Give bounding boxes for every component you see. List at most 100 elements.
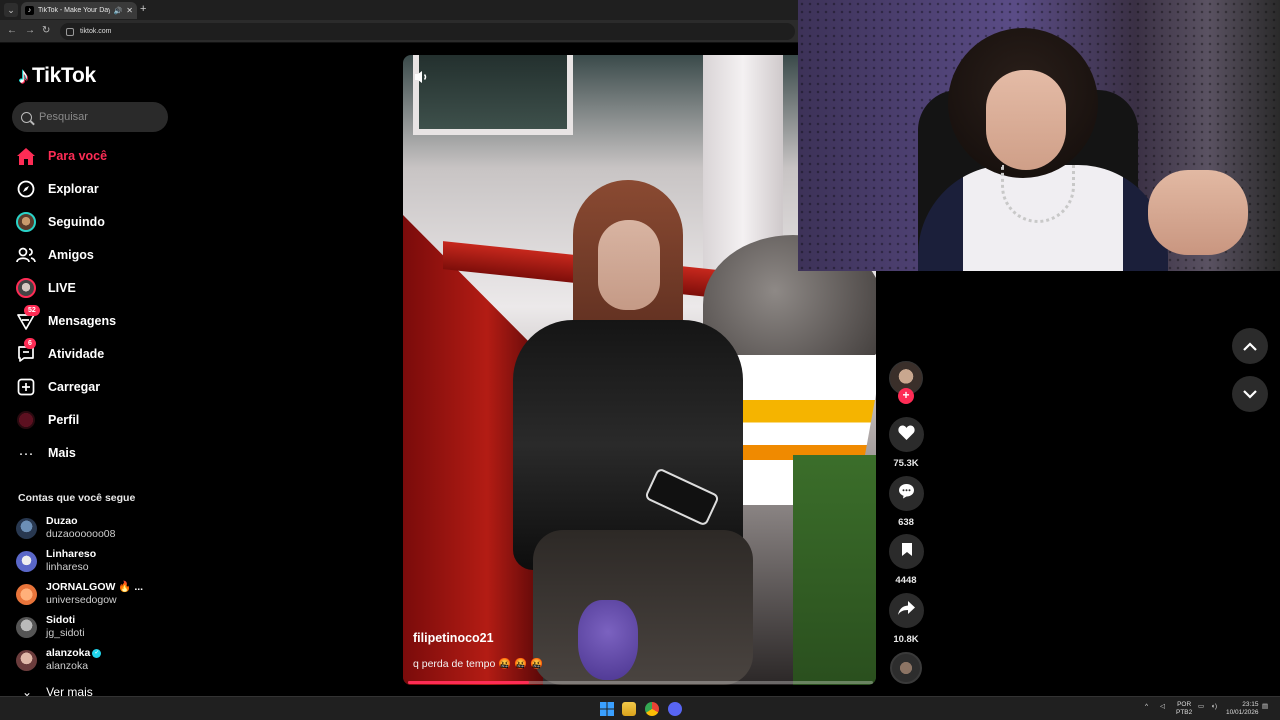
tab-list-button[interactable]: ⌄	[4, 3, 18, 17]
nav-label: LIVE	[48, 281, 76, 295]
account-name: Duzao	[46, 515, 78, 527]
search-box[interactable]	[12, 102, 168, 132]
nav-label: Perfil	[48, 413, 80, 427]
following-account[interactable]: Sidoti jg_sidoti	[16, 614, 85, 640]
save-button[interactable]	[889, 534, 924, 569]
heart-icon	[898, 425, 915, 445]
following-avatar	[16, 212, 36, 232]
nav-live[interactable]: LIVE	[16, 275, 76, 301]
comment-icon	[898, 483, 915, 504]
avatar	[16, 616, 37, 638]
nav-carregar[interactable]: Carregar	[16, 374, 100, 400]
lang-top: POR	[1177, 701, 1192, 708]
video-caption: q perda de tempo 🤬 🤬 🤬	[413, 658, 544, 670]
comment-button[interactable]	[889, 476, 924, 511]
date: 10/01/2026	[1226, 709, 1259, 716]
nav-mensagens[interactable]: 52 Mensagens	[16, 305, 117, 334]
nav-label: Para você	[48, 149, 108, 163]
video-progress-fill	[408, 681, 529, 684]
chrome-icon[interactable]	[645, 702, 659, 716]
clock[interactable]: 23:15 10/01/2026	[1226, 701, 1259, 717]
url-text: tiktok.com	[80, 28, 112, 35]
windows-start-icon[interactable]	[600, 702, 614, 716]
nav-label: Atividade	[48, 347, 105, 361]
site-info-icon[interactable]	[66, 27, 74, 36]
messages-icon: 52	[16, 305, 40, 331]
friends-icon	[16, 245, 36, 265]
following-account[interactable]: JORNALGOW 🔥 ... universedogow	[16, 581, 143, 607]
nav-label: Seguindo	[48, 215, 105, 229]
close-tab-icon[interactable]: ✕	[126, 6, 133, 15]
tray-chevron-up-icon[interactable]: ^	[1145, 703, 1148, 711]
nav-label: Explorar	[48, 182, 99, 196]
activity-badge: 6	[24, 338, 36, 349]
notification-icon[interactable]: ▤	[1262, 703, 1268, 711]
bookmark-icon	[901, 542, 913, 562]
more-icon: ···	[18, 444, 34, 462]
tiktok-favicon-icon: ♪	[25, 6, 34, 15]
language-indicator[interactable]: POR PTB2	[1176, 701, 1192, 717]
sidebar: ♪ TikTok Para você Explorar Seguindo Ami…	[0, 43, 200, 699]
volume-tray-icon[interactable]: ◖)	[1211, 703, 1217, 711]
speaker-icon[interactable]: 🔊	[114, 7, 123, 15]
video-username[interactable]: filipetinoco21	[413, 631, 494, 645]
profile-avatar	[16, 410, 36, 430]
share-icon	[898, 601, 915, 620]
nav-atividade[interactable]: 6 Atividade	[16, 338, 105, 367]
verified-icon: ✓	[92, 648, 102, 658]
search-input[interactable]	[39, 111, 149, 123]
nav-seguindo[interactable]: Seguindo	[16, 209, 105, 235]
following-account[interactable]: Duzao duzaoooooo08	[16, 515, 116, 541]
forward-icon[interactable]: →	[25, 25, 35, 36]
nav-explorar[interactable]: Explorar	[16, 176, 99, 202]
discord-icon[interactable]	[668, 702, 682, 716]
share-button[interactable]	[889, 593, 924, 628]
lang-bottom: PTB2	[1176, 709, 1193, 716]
nav-label: Mensagens	[48, 314, 117, 328]
video-scene	[413, 55, 573, 135]
video-progress-bar[interactable]	[408, 681, 873, 684]
tiktok-logo[interactable]: ♪ TikTok	[18, 63, 96, 89]
account-handle: duzaoooooo08	[46, 528, 116, 540]
account-name: Sidoti	[46, 614, 76, 626]
volume-icon[interactable]	[414, 70, 438, 90]
network-icon[interactable]: ▭	[1198, 703, 1204, 711]
nav-amigos[interactable]: Amigos	[16, 242, 94, 268]
webcam-overlay	[798, 0, 1280, 271]
chevron-up-icon	[1243, 341, 1257, 351]
file-explorer-icon[interactable]	[622, 702, 636, 716]
follow-plus-button[interactable]: +	[898, 388, 914, 404]
nav-label: Amigos	[48, 248, 94, 262]
reload-icon[interactable]: ↻	[42, 25, 50, 36]
previous-video-button[interactable]	[1232, 328, 1268, 364]
nav-label: Carregar	[48, 380, 101, 394]
account-handle: linhareso	[46, 561, 89, 573]
following-account[interactable]: alanzoka ✓ alanzoka	[16, 647, 102, 673]
music-disc-icon[interactable]	[890, 652, 922, 684]
upload-icon	[16, 377, 36, 397]
live-avatar	[16, 278, 36, 298]
nav-mais[interactable]: ··· Mais	[16, 440, 76, 466]
nav-label: Mais	[48, 446, 76, 460]
back-icon[interactable]: ←	[7, 25, 17, 36]
time: 23:15	[1242, 701, 1259, 708]
next-video-button[interactable]	[1232, 376, 1268, 412]
avatar	[16, 550, 37, 572]
account-name: JORNALGOW 🔥 ...	[46, 581, 144, 593]
url-bar[interactable]: tiktok.com	[60, 23, 795, 40]
avatar	[16, 583, 37, 605]
nav-perfil[interactable]: Perfil	[16, 407, 79, 433]
following-account[interactable]: Linhareso linhareso	[16, 548, 96, 574]
account-name: alanzoka	[46, 647, 91, 659]
account-handle: universedogow	[46, 594, 117, 606]
logo-text: TikTok	[32, 64, 96, 87]
tab-title: TikTok - Make Your Day	[38, 7, 110, 14]
like-button[interactable]	[889, 417, 924, 452]
account-handle: jg_sidoti	[46, 627, 85, 639]
messages-badge: 52	[24, 305, 40, 316]
browser-tab[interactable]: ♪ TikTok - Make Your Day 🔊 ✕	[21, 2, 137, 19]
nav-para-voce[interactable]: Para você	[16, 143, 107, 169]
search-icon	[21, 111, 32, 123]
tiktok-note-icon: ♪	[18, 63, 29, 88]
new-tab-button[interactable]: +	[140, 3, 146, 15]
